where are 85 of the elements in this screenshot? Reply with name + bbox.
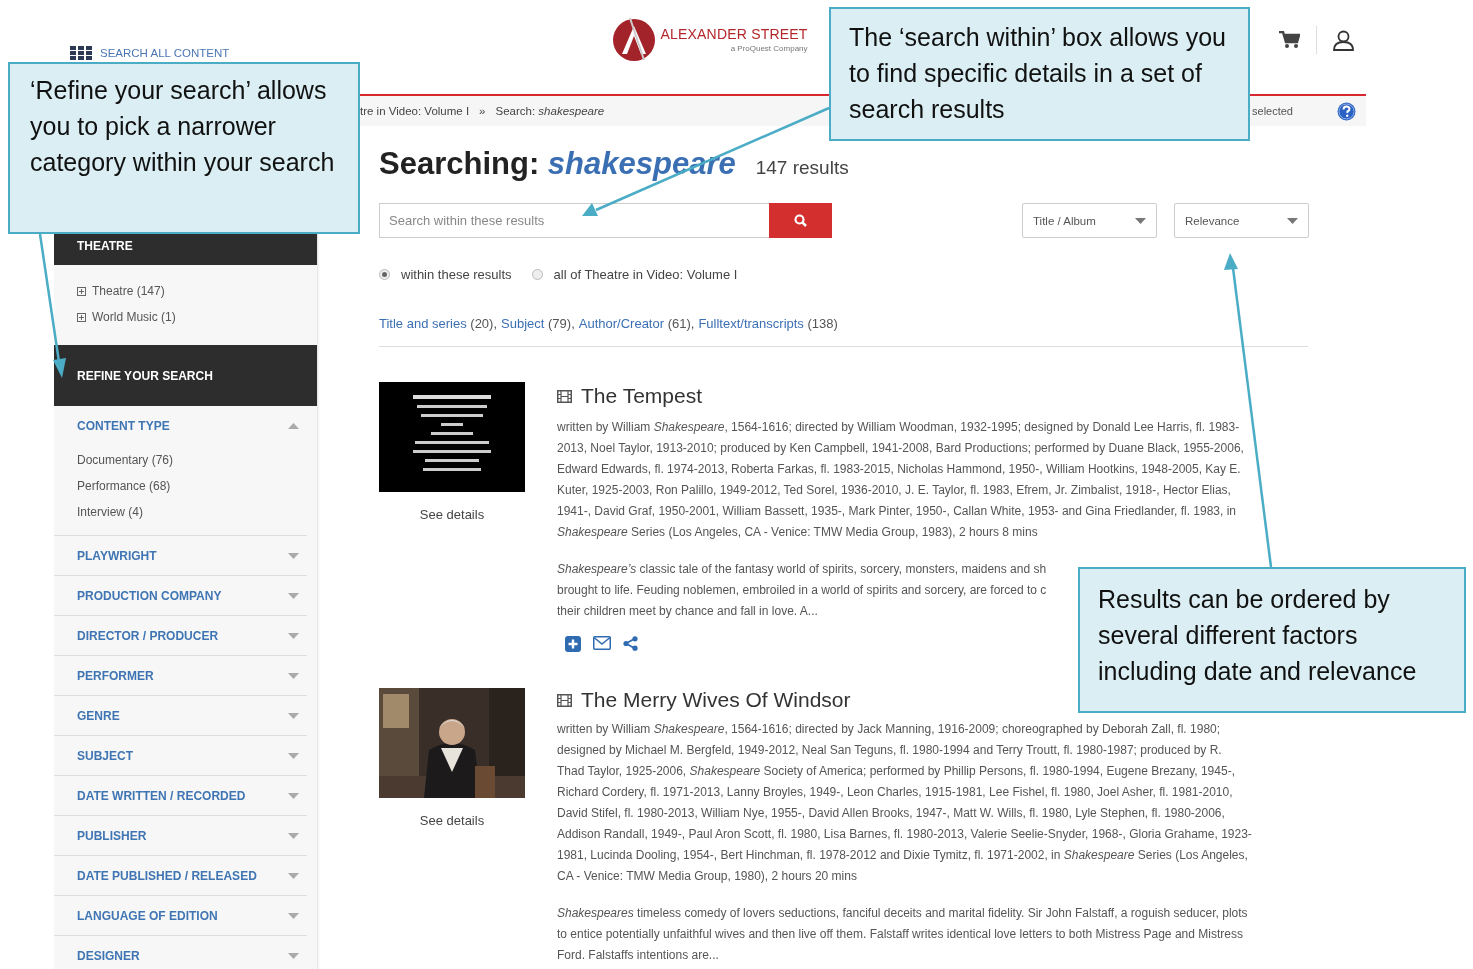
facet-heading[interactable]: LANGUAGE OF EDITION [77, 908, 218, 923]
field-dropdown[interactable]: Title / Album [1022, 203, 1157, 238]
film-icon [557, 389, 572, 403]
selected-label: selected [1252, 105, 1293, 117]
collection-item[interactable]: Theatre (147) [92, 284, 165, 298]
see-details-link[interactable]: See details [419, 507, 485, 522]
description-text: Shakespeares timeless comedy of lovers seductions, fanciful deceits and marital fidelity. Sir John Falstaff, a roguish seducer, plots [557, 905, 1248, 922]
email-icon[interactable] [593, 636, 611, 650]
help-icon[interactable] [1337, 101, 1356, 121]
expand-icon[interactable] [77, 312, 86, 322]
description-text: brought to life. Feuding noblemen, embroiled in a world of spirits and sorcery, are forced to c [557, 582, 1047, 599]
credits-text: 1941-, David Graf, 1950-2001, William Bassett, 1935-, Mark Pinter, 1950-, Callan White, 1953- and Gina Friedlander, fl. 1983, in [557, 503, 1237, 520]
callout-note: ‘Refine your search’ allows you to pick a narrower category within your search [8, 62, 360, 234]
callout-note: The ‘search within’ box allows you to find specific details in a set of search results [829, 7, 1250, 141]
caret-down-icon [1135, 217, 1146, 224]
breadcrumb-current: Search: shakespeare [495, 105, 605, 117]
match-link[interactable]: Title and series [379, 316, 467, 331]
match-count: (79), [548, 316, 575, 331]
credits-text: designed by Michael M. Bergfeld, 1949-2012, Neal San Teguns, fl. 1980-1994 and Terry Troutt, fl. 1980-1987; produced by R. [557, 742, 1222, 759]
caret-down-icon [1287, 217, 1298, 224]
description-text: to entice potentially unfaithful wives and then live off them. Falstaff writes identical love letters to both Mistress Page and Mistress [557, 926, 1243, 943]
search-field[interactable]: Search within these results [379, 203, 769, 238]
sort-dropdown[interactable]: Relevance [1174, 203, 1309, 238]
facet-heading[interactable]: CONTENT TYPE [77, 418, 170, 433]
radio-label: within these results [401, 266, 512, 282]
see-details-link[interactable]: See details [419, 813, 485, 828]
grid-icon[interactable] [70, 46, 92, 60]
credits-text: Richard Cordery, fl. 1971-2013, Lanny Broyles, 1949-, Leon Charles, 1915-1981, Lee Fishel, fl. 1980, Joel Asher, fl. 1981-2010, [557, 784, 1233, 801]
credits-text: Kuter, 1925-2003, Ron Palillo, 1949-2012, Ted Sorel, 1936-2010, J. E. Taylor, fl. 1983, Efrem, Jr. Zimbalist, 1918-, Hector Elias, [557, 482, 1231, 499]
film-icon [557, 693, 572, 707]
credits-text: Shakespeare Series (Los Angeles, CA - Venice: TMW Media Group, 1983), 2 hours 8 mins [557, 524, 1038, 541]
credits-text: 2013, Noel Taylor, 1913-2010; produced by Ken Campbell, 1941-2008, Bard Productions; performed by Duane Black, 1955-2006, [557, 440, 1244, 457]
result-count: 147 results [755, 157, 849, 179]
credits-text: CA - Venice: TMW Media Group, 1980), 2 hours 20 mins [557, 868, 857, 885]
callout-note: Results can be ordered by several different factors including date and relevance [1078, 567, 1466, 713]
user-icon[interactable] [1333, 29, 1354, 51]
radio-label: all of Theatre in Video: Volume I [553, 266, 738, 282]
logo-tagline: a ProQuest Company [730, 43, 808, 53]
expand-icon[interactable] [77, 286, 86, 296]
facet-option[interactable]: Documentary (76) [77, 447, 284, 473]
logo-name: ALEXANDER STREET [660, 25, 808, 42]
match-link[interactable]: Subject [501, 316, 545, 331]
search-button[interactable] [769, 203, 832, 238]
facet-heading[interactable]: PUBLISHER [77, 828, 147, 843]
refine-header: REFINE YOUR SEARCH [77, 368, 213, 383]
facet-heading[interactable]: DIRECTOR / PRODUCER [77, 628, 219, 643]
search-icon [794, 214, 807, 227]
description-text: Shakespeare’s classic tale of the fantasy world of spirits, sorcery, monsters, maidens and sh [557, 561, 1047, 578]
credits-text: 1981, Lucinda Dooling, 1954-, Bert Hinchman, fl. 1978-2012 and Dixie Tymitz, fl. 1971-2002, in Shakespeare Series (Los Angeles, [557, 847, 1248, 864]
match-count: (138) [807, 316, 838, 331]
collection-header: THEATRE [77, 239, 133, 253]
facet-heading[interactable]: GENRE [77, 708, 120, 723]
radio-button[interactable] [379, 268, 390, 280]
match-link[interactable]: Fulltext/transcripts [698, 316, 804, 331]
credits-text: David Stifel, fl. 1980-2013, William Nye, 1955-, David Allen Brooks, 1947-, Matt W. Wills, fl. 1980, Lyle Stephen, fl. 1980-2006, [557, 805, 1225, 822]
breadcrumb-link[interactable]: tre in Video: Volume I [360, 105, 470, 117]
match-count: (61), [667, 316, 695, 331]
credits-text: Edward Edwards, fl. 1974-2013, Roberta Farkas, fl. 1983-2015, Nicholas Hammond, 1950-, William Hootkins, 1948-2005, Kay E. [557, 461, 1241, 478]
description-text: Ford. Falstaffs intentions are... [557, 947, 719, 964]
facet-heading[interactable]: DESIGNER [77, 948, 140, 963]
share-icon[interactable] [623, 636, 638, 651]
facet-heading[interactable]: PRODUCTION COMPANY [77, 588, 222, 603]
facet-heading[interactable]: DATE WRITTEN / RECORDED [77, 788, 246, 803]
credits-text: written by William Shakespeare, 1564-1616; directed by William Woodman, 1932-1995; designed by Donald Lee Harris, fl. 1983- [557, 419, 1240, 436]
facet-heading[interactable]: PERFORMER [77, 668, 154, 683]
result-title[interactable]: The Merry Wives Of Windsor [581, 688, 851, 712]
add-icon[interactable] [565, 636, 581, 652]
facet-heading[interactable]: SUBJECT [77, 748, 133, 763]
result-title[interactable]: The Tempest [581, 384, 702, 408]
breadcrumb-separator: » [479, 105, 486, 117]
match-count: (20), [470, 316, 498, 331]
search-all-link[interactable]: SEARCH ALL CONTENT [100, 47, 230, 59]
credits-text: Addison Randall, 1949-, Paul Aron Scott, fl. 1980, Lisa Barnes, fl. 1980-2013, Valerie Seelie-Snyder, 1968-, Gloria Grahame, 1923- [557, 826, 1252, 843]
facet-heading[interactable]: PLAYWRIGHT [77, 548, 157, 563]
facet-option[interactable]: Interview (4) [77, 499, 284, 525]
radio-button[interactable] [531, 268, 543, 280]
facet-option[interactable]: Performance (68) [77, 473, 284, 499]
logo-icon [612, 16, 657, 62]
match-link[interactable]: Author/Creator [578, 316, 665, 331]
credits-text: Thad Taylor, 1925-2006, Shakespeare Society of America; performed by Phillip Persons, fl. 1980-1994, Eugene Brezany, 1945-, [557, 763, 1235, 780]
description-text: their children meet by chance and fall in love. A... [557, 603, 818, 620]
credits-text: written by William Shakespeare, 1564-1616; directed by Jack Manning, 1916-2009; choreographed by Deborah Zall, fl. 1980; [557, 721, 1221, 738]
facet-heading[interactable]: DATE PUBLISHED / RELEASED [77, 868, 257, 883]
cart-icon[interactable] [1279, 31, 1300, 49]
collection-item[interactable]: World Music (1) [92, 310, 176, 324]
